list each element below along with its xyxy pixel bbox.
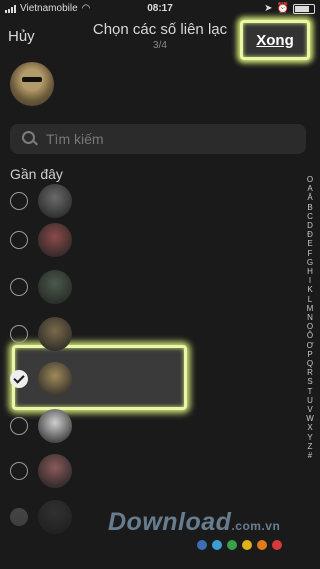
index-letter[interactable]: V <box>303 405 317 414</box>
watermark-suffix: .com.vn <box>231 519 281 533</box>
index-letter[interactable]: L <box>303 295 317 304</box>
index-letter[interactable]: C <box>303 212 317 221</box>
index-letter[interactable]: P <box>303 350 317 359</box>
search-icon <box>22 131 35 144</box>
index-letter[interactable]: H <box>303 267 317 276</box>
index-letter[interactable]: B <box>303 203 317 212</box>
contact-row[interactable] <box>0 405 305 451</box>
index-letter[interactable]: K <box>303 285 317 294</box>
index-letter[interactable]: Đ <box>303 230 317 239</box>
index-letter[interactable]: U <box>303 396 317 405</box>
watermark-dot <box>257 540 267 550</box>
index-letter[interactable]: F <box>303 249 317 258</box>
contact-row[interactable] <box>0 313 305 359</box>
watermark-dots <box>197 540 282 550</box>
index-letter[interactable]: I <box>303 276 317 285</box>
watermark-text: Download <box>108 508 232 536</box>
radio-icon[interactable] <box>10 192 28 210</box>
contact-avatar <box>38 184 72 218</box>
done-highlight: Xong <box>240 20 310 60</box>
index-letter[interactable]: E <box>303 239 317 248</box>
index-letter[interactable]: T <box>303 387 317 396</box>
status-right: ➤ ⏰ <box>264 3 315 14</box>
contact-avatar <box>38 409 72 443</box>
watermark-logo: Download.com.vn <box>108 508 280 537</box>
status-bar: Vietnamobile ◠ 08:17 ➤ ⏰ <box>0 0 320 16</box>
radio-icon[interactable] <box>10 325 28 343</box>
index-letter[interactable]: R <box>303 368 317 377</box>
done-button[interactable]: Xong <box>243 32 307 49</box>
contact-avatar <box>38 362 72 396</box>
watermark-dot <box>212 540 222 550</box>
watermark-dot <box>242 540 252 550</box>
index-letter[interactable]: G <box>303 258 317 267</box>
checked-radio-icon[interactable] <box>10 370 28 388</box>
search-placeholder: Tìm kiếm <box>46 131 104 147</box>
index-letter[interactable]: Q <box>303 359 317 368</box>
radio-icon[interactable] <box>10 231 28 249</box>
index-letter[interactable]: Ô <box>303 331 317 340</box>
index-letter[interactable]: M <box>303 304 317 313</box>
index-letter[interactable]: S <box>303 377 317 386</box>
index-letter[interactable]: Ơ <box>303 341 317 350</box>
index-letter[interactable]: W <box>303 414 317 423</box>
contact-avatar <box>38 223 72 257</box>
index-letter[interactable]: # <box>303 451 317 460</box>
contact-avatar <box>38 270 72 304</box>
index-letter[interactable]: Z <box>303 442 317 451</box>
watermark-dot <box>197 540 207 550</box>
alphabet-index[interactable]: O A Ă B C D Đ E F G H I K L M N O Ô Ơ P Q R S T U V W X Y Z # <box>303 175 317 460</box>
nav-bar: Hủy Chọn các số liên lạc 3/4 Xong <box>0 16 320 60</box>
contact-avatar <box>38 317 72 351</box>
contact-row[interactable] <box>0 219 305 265</box>
radio-icon[interactable] <box>10 278 28 296</box>
radio-icon[interactable] <box>10 417 28 435</box>
index-letter[interactable]: Y <box>303 433 317 442</box>
alarm-icon: ⏰ <box>276 3 289 14</box>
index-letter[interactable]: A <box>303 184 317 193</box>
battery-icon <box>293 3 315 14</box>
watermark-dot <box>227 540 237 550</box>
selected-contact-avatar[interactable] <box>10 62 54 106</box>
location-icon: ➤ <box>264 3 273 14</box>
index-letter[interactable]: O <box>303 322 317 331</box>
index-letter[interactable]: N <box>303 313 317 322</box>
watermark-dot <box>272 540 282 550</box>
contact-row[interactable] <box>0 266 305 312</box>
avatar-glasses <box>22 77 42 82</box>
index-letter[interactable]: X <box>303 423 317 432</box>
index-letter[interactable]: D <box>303 221 317 230</box>
index-letter[interactable]: Ă <box>303 193 317 202</box>
index-letter[interactable]: O <box>303 175 317 184</box>
contact-row[interactable] <box>0 358 305 404</box>
